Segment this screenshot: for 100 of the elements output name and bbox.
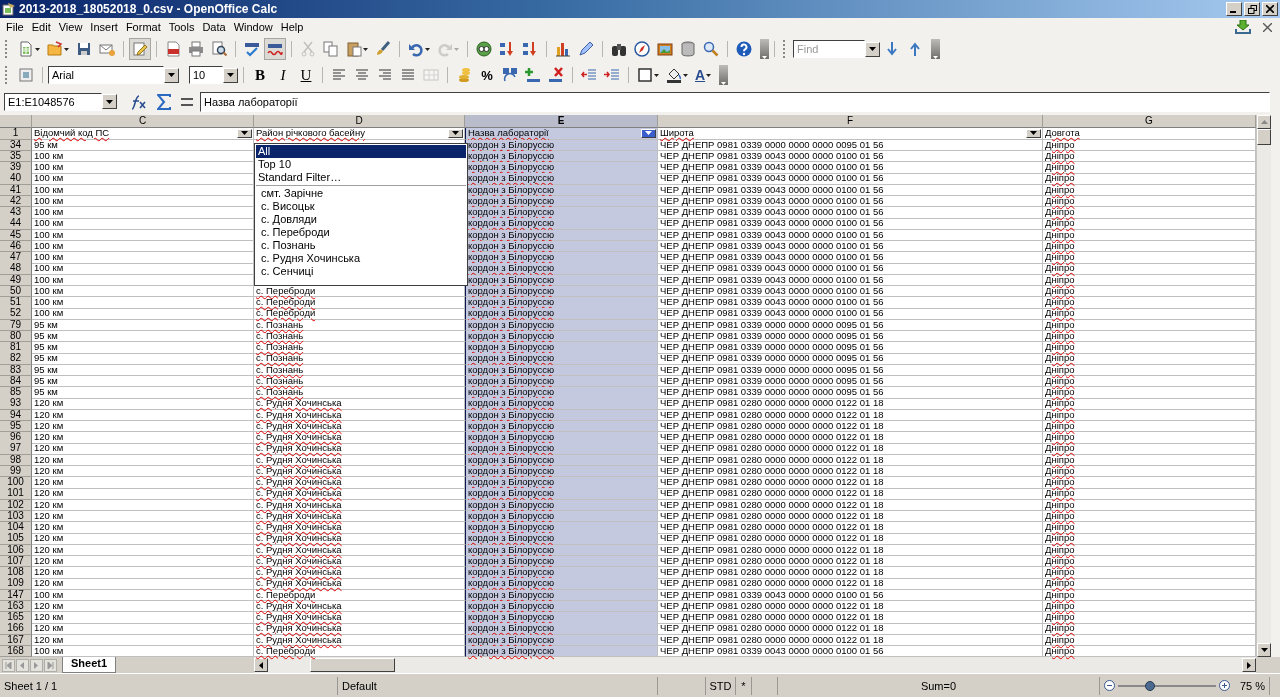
menu-item[interactable]: Help [276, 21, 308, 33]
filter-button[interactable] [237, 128, 252, 138]
toolbar-button[interactable] [473, 38, 495, 60]
row-header[interactable]: 52 [0, 308, 32, 320]
toolbar-overflow-button[interactable] [760, 39, 769, 59]
row-header[interactable]: 40 [0, 173, 32, 185]
menu-item[interactable]: Tools [164, 21, 199, 33]
scroll-right-button[interactable] [1242, 658, 1256, 672]
toolbar-button[interactable]: B [249, 64, 271, 86]
close-button[interactable] [1262, 2, 1278, 16]
row-header[interactable]: 81 [0, 342, 32, 354]
row-header[interactable]: 48 [0, 263, 32, 275]
scroll-thumb[interactable] [1257, 129, 1271, 145]
menu-item[interactable]: Format [121, 21, 165, 33]
row-header[interactable]: 39 [0, 162, 32, 174]
row-header[interactable]: 96 [0, 432, 32, 444]
name-box[interactable]: E1:E1048576 [4, 92, 102, 111]
row-header[interactable]: 43 [0, 207, 32, 219]
row-header[interactable]: 109 [0, 578, 32, 590]
table-cell: с. Рудня Хочинська [254, 443, 465, 455]
align-right-icon [377, 67, 393, 83]
column-header[interactable]: G [1043, 115, 1256, 128]
find-field[interactable]: Find [793, 40, 865, 58]
row-header[interactable]: 104 [0, 522, 32, 534]
zoom-in-button[interactable] [1219, 680, 1230, 691]
restore-button[interactable] [1244, 2, 1260, 16]
column-header[interactable]: F [658, 115, 1043, 128]
toolbar-grip[interactable] [783, 40, 788, 58]
scroll-left-button[interactable] [254, 658, 268, 672]
dropdown-button[interactable] [865, 41, 880, 57]
menu-item[interactable]: с. Довляди [256, 213, 466, 226]
toolbar-overflow-button[interactable] [931, 39, 940, 59]
scroll-up-button[interactable] [1257, 115, 1271, 129]
table-cell: ЧЕР ДНЕПР 0981 0339 0043 0000 0000 0100 01 56 [658, 150, 1043, 163]
filter-button[interactable] [448, 128, 463, 138]
toolbar-grip[interactable] [5, 66, 10, 84]
row-header[interactable]: 51 [0, 297, 32, 309]
row-header[interactable]: 82 [0, 353, 32, 365]
font-size-field[interactable]: 10 [189, 66, 223, 84]
column-header[interactable]: D [254, 115, 465, 128]
row-header[interactable]: 101 [0, 488, 32, 500]
menu-item[interactable]: с. Переброди [256, 226, 466, 239]
menu-item[interactable]: View [54, 21, 87, 33]
menu-item[interactable]: с. Сенчиці [256, 265, 466, 278]
dropdown-button[interactable] [164, 67, 179, 83]
formula-input[interactable]: Назва лабораторії [200, 91, 1270, 112]
menu-item[interactable]: с. Познань [256, 239, 466, 252]
dropdown-button[interactable] [102, 94, 117, 109]
menu-item[interactable]: Insert [86, 21, 122, 33]
column-header[interactable]: C [32, 115, 254, 128]
row-header[interactable]: 100 [0, 477, 32, 489]
row-header[interactable]: 166 [0, 623, 32, 635]
row-header[interactable]: 108 [0, 567, 32, 579]
menu-item[interactable]: Edit [27, 21, 55, 33]
toolbar-button[interactable] [631, 38, 653, 60]
row-header[interactable]: 93 [0, 398, 32, 410]
toolbar-overflow-button[interactable] [719, 65, 729, 85]
table-cell: с. Рудня Хочинська [254, 477, 465, 489]
minimize-button[interactable] [1226, 2, 1242, 16]
horizontal-scrollbar[interactable] [254, 657, 1256, 673]
table-cell: 120 км [32, 432, 254, 444]
bar-chart-icon [555, 41, 571, 57]
row-header[interactable]: 85 [0, 387, 32, 399]
menu-item[interactable]: Top 10 [256, 158, 466, 171]
row-header[interactable]: 97 [0, 443, 32, 455]
table-cell: Дніпро [1043, 387, 1256, 399]
sigma-icon [157, 93, 171, 110]
menu-item[interactable]: с. Рудня Хочинська [256, 252, 466, 265]
row-header[interactable]: 105 [0, 533, 32, 545]
dropdown-button[interactable] [223, 67, 238, 83]
vertical-scrollbar[interactable] [1256, 115, 1271, 657]
row-header[interactable]: 44 [0, 218, 32, 230]
row-header[interactable]: 165 [0, 612, 32, 624]
menu-item[interactable]: смт. Зарічне [256, 187, 466, 200]
toolbar-button[interactable]: % [476, 64, 498, 86]
filter-button[interactable] [1026, 128, 1041, 138]
toolbar-button[interactable]: I [272, 64, 294, 86]
slider-thumb[interactable] [1145, 680, 1156, 691]
sum-button[interactable] [154, 91, 174, 112]
font-name-field[interactable]: Arial [48, 66, 164, 84]
menu-item[interactable]: с. Висоцьк [256, 200, 466, 213]
filter-button[interactable] [641, 128, 656, 138]
toolbar-button[interactable] [264, 38, 286, 60]
table-cell: кордон з Білоруссю [465, 432, 658, 444]
row-header[interactable]: 47 [0, 252, 32, 264]
row-header[interactable]: 1 [0, 128, 32, 140]
column-header[interactable]: E [465, 115, 658, 128]
toolbar-grip[interactable] [5, 40, 10, 58]
zoom-out-button[interactable] [1104, 680, 1115, 691]
menu-item[interactable]: All [256, 145, 466, 158]
compass-icon [634, 41, 650, 57]
menu-item[interactable]: Window [229, 21, 277, 33]
scroll-thumb[interactable] [310, 658, 395, 672]
menu-item[interactable]: Data [198, 21, 230, 33]
menu-item[interactable]: Standard Filter… [256, 171, 466, 184]
sheet-tab[interactable]: Sheet1 [62, 657, 117, 673]
toolbar-button[interactable]: A [692, 64, 715, 86]
scroll-down-button[interactable] [1257, 643, 1271, 657]
toolbar-button[interactable]: U [295, 64, 317, 86]
menu-item[interactable]: File [2, 21, 28, 33]
